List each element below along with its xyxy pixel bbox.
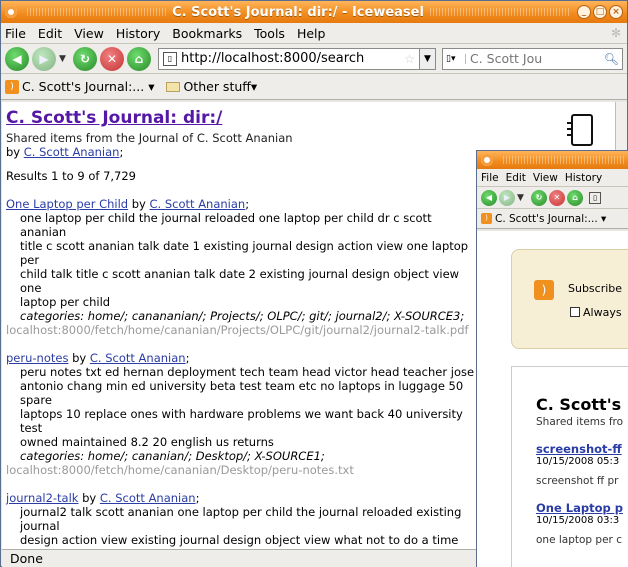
feed-entry-title[interactable]: One Laptop p bbox=[536, 501, 628, 515]
url-field[interactable]: ▯ http://localhost:8000/search ☆ bbox=[158, 47, 420, 70]
result-author-link[interactable]: C. Scott Ananian bbox=[90, 351, 186, 365]
second-bookmarks-toolbar: ) C. Scott's Journal:... ▾ bbox=[477, 209, 628, 229]
result-suffix: ; bbox=[185, 351, 190, 365]
stop-icon[interactable]: ✕ bbox=[549, 189, 565, 206]
page-title-link[interactable]: C. Scott's Journal: dir:/ bbox=[6, 108, 222, 128]
search-input[interactable] bbox=[470, 51, 560, 66]
result-snippet: one laptop per child the journal reloade… bbox=[20, 211, 469, 309]
bookmark-label: Other stuff▾ bbox=[183, 79, 258, 94]
stop-icon[interactable]: ✕ bbox=[100, 46, 124, 71]
result-title-link[interactable]: journal2-talk bbox=[6, 491, 78, 505]
always-label: Always bbox=[583, 306, 622, 319]
titlebar-grip bbox=[503, 156, 625, 164]
second-browser-window: File Edit View History ◀ ▶ ▼ ↻ ✕ ⌂ ▯ ) C… bbox=[476, 150, 628, 567]
url-text[interactable]: http://localhost:8000/search bbox=[181, 51, 404, 66]
menu-file[interactable]: File bbox=[5, 26, 26, 41]
result-author-link[interactable]: C. Scott Ananian bbox=[100, 491, 196, 505]
forward-icon[interactable]: ▶ bbox=[499, 189, 515, 206]
home-icon[interactable]: ⌂ bbox=[567, 189, 583, 206]
menu-bar: File Edit View History Bookmarks Tools H… bbox=[1, 23, 627, 44]
result-by: by bbox=[68, 351, 90, 365]
menu-tools[interactable]: Tools bbox=[254, 26, 285, 41]
menu-view[interactable]: View bbox=[533, 172, 558, 184]
menu-edit[interactable]: Edit bbox=[38, 26, 62, 41]
result-snippet: journal2 talk scott ananian one laptop p… bbox=[20, 505, 462, 549]
minimize-icon[interactable]: _ bbox=[577, 5, 592, 19]
second-menu-bar: File Edit View History bbox=[477, 169, 628, 187]
author-link[interactable]: C. Scott Ananian bbox=[24, 145, 120, 159]
result-snippet: peru notes txt ed hernan deployment tech… bbox=[20, 365, 475, 449]
bookmark-journal[interactable]: ) C. Scott's Journal:... ▾ bbox=[481, 213, 606, 225]
titlebar-grip bbox=[429, 8, 570, 16]
always-checkbox-row[interactable]: Always bbox=[570, 306, 622, 319]
second-title-bar[interactable] bbox=[477, 151, 628, 169]
forward-icon[interactable]: ▶ bbox=[32, 46, 56, 71]
search-field[interactable]: ▯▾ 🔍︎ bbox=[442, 47, 623, 70]
page-icon: ▯ bbox=[589, 191, 601, 204]
reload-icon[interactable]: ↻ bbox=[531, 189, 547, 206]
menu-help[interactable]: Help bbox=[297, 26, 326, 41]
second-page-content: ) Subscribe Always C. Scott's Shared ite… bbox=[477, 231, 628, 567]
journal-icon bbox=[567, 114, 593, 146]
feed-entry-text: screenshot ff pr bbox=[536, 475, 619, 487]
window-menu-icon[interactable] bbox=[5, 6, 17, 18]
search-engine-icon[interactable]: ▯▾ bbox=[446, 53, 466, 64]
reload-icon[interactable]: ↻ bbox=[73, 46, 97, 71]
subscribe-label[interactable]: Subscribe bbox=[568, 282, 622, 295]
bookmark-journal[interactable]: ) C. Scott's Journal:... ▾ bbox=[5, 79, 154, 94]
page-icon: ▯ bbox=[163, 51, 177, 66]
maximize-icon[interactable]: □ bbox=[593, 5, 608, 19]
url-dropdown-icon[interactable]: ▼ bbox=[420, 47, 436, 70]
history-dropdown-icon[interactable]: ▼ bbox=[517, 193, 527, 203]
result-title-link[interactable]: One Laptop per Child bbox=[6, 197, 128, 211]
subscribe-panel: ) Subscribe Always bbox=[511, 249, 628, 349]
feed-preview: C. Scott's Shared items fro screenshot-f… bbox=[511, 366, 628, 567]
by-suffix: ; bbox=[119, 145, 124, 159]
menu-edit[interactable]: Edit bbox=[506, 172, 526, 184]
search-icon[interactable]: 🔍︎ bbox=[604, 52, 619, 66]
feed-entry-title[interactable]: screenshot-ff bbox=[536, 442, 628, 456]
result-suffix: ; bbox=[195, 491, 200, 505]
result-by: by bbox=[78, 491, 100, 505]
result-author-link[interactable]: C. Scott Ananian bbox=[150, 197, 246, 211]
menu-bookmarks[interactable]: Bookmarks bbox=[172, 26, 242, 41]
feed-entry-text: one laptop per c bbox=[536, 534, 622, 546]
title-bar[interactable]: C. Scott's Journal: dir:/ - Iceweasel _ … bbox=[1, 1, 627, 23]
feed-subtitle: Shared items fro bbox=[536, 416, 624, 428]
feed-entry-date: 10/15/2008 05:3 bbox=[536, 456, 620, 467]
menu-history[interactable]: History bbox=[565, 172, 602, 184]
page-description: Shared items from the Journal of C. Scot… bbox=[6, 131, 293, 145]
always-checkbox[interactable] bbox=[570, 307, 580, 317]
back-icon[interactable]: ◀ bbox=[5, 46, 29, 71]
result-title-link[interactable]: peru-notes bbox=[6, 351, 68, 365]
second-navigation-toolbar: ◀ ▶ ▼ ↻ ✕ ⌂ ▯ bbox=[477, 187, 628, 209]
menu-history[interactable]: History bbox=[116, 26, 160, 41]
bookmark-star-icon[interactable]: ☆ bbox=[404, 52, 415, 66]
throbber-icon: ✻ bbox=[610, 26, 621, 40]
feed-icon: ) bbox=[534, 280, 554, 300]
bookmark-other-stuff[interactable]: Other stuff▾ bbox=[166, 79, 257, 94]
titlebar-grip bbox=[27, 8, 167, 16]
rss-icon: ) bbox=[481, 213, 492, 224]
bookmark-label: C. Scott's Journal:... ▾ bbox=[495, 212, 607, 225]
navigation-toolbar: ◀ ▶ ▼ ↻ ✕ ⌂ ▯ http://localhost:8000/sear… bbox=[1, 44, 627, 74]
menu-view[interactable]: View bbox=[74, 26, 104, 41]
bookmarks-toolbar: ) C. Scott's Journal:... ▾ Other stuff▾ bbox=[1, 74, 627, 100]
back-icon[interactable]: ◀ bbox=[481, 189, 497, 206]
feed-entry-date: 10/15/2008 03:3 bbox=[536, 515, 620, 526]
rss-icon: ) bbox=[5, 79, 19, 94]
home-icon[interactable]: ⌂ bbox=[127, 46, 151, 71]
history-dropdown-icon[interactable]: ▼ bbox=[59, 54, 69, 64]
folder-icon bbox=[166, 81, 181, 92]
window-menu-icon[interactable] bbox=[481, 154, 493, 166]
by-prefix: by bbox=[6, 145, 24, 159]
window-title: C. Scott's Journal: dir:/ - Iceweasel bbox=[172, 4, 424, 20]
feed-title: C. Scott's bbox=[536, 395, 622, 414]
result-by: by bbox=[128, 197, 150, 211]
close-icon[interactable]: × bbox=[609, 5, 624, 19]
menu-file[interactable]: File bbox=[481, 172, 499, 184]
bookmark-label: C. Scott's Journal:... ▾ bbox=[22, 79, 155, 94]
result-suffix: ; bbox=[245, 197, 250, 211]
